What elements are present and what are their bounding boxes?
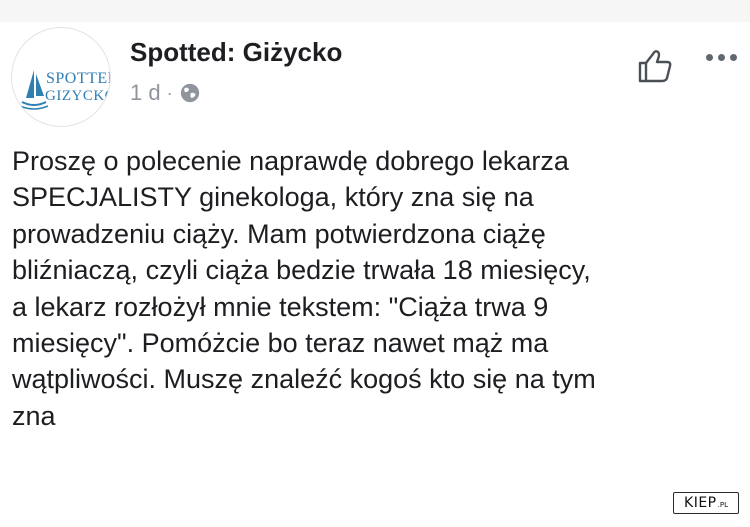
avatar-text-line2: GIZYCKO bbox=[45, 88, 111, 104]
post-text-line: prowadzeniu ciąży. Mam potwierdzona ciąż… bbox=[12, 218, 546, 249]
post-timestamp[interactable]: 1 d bbox=[130, 80, 161, 106]
page-name-link[interactable]: Spotted: Giżycko bbox=[130, 37, 342, 68]
post-text-line: wątpliwości. Muszę znaleźć kogoś kto się… bbox=[12, 364, 596, 395]
post-text-line: zna bbox=[12, 400, 56, 431]
post-text: Proszę o polecenie naprawdę dobrego leka… bbox=[12, 143, 732, 434]
top-band bbox=[0, 0, 750, 22]
post-text-line: Proszę o polecenie naprawdę dobrego leka… bbox=[12, 146, 569, 176]
post-text-line: a lekarz rozłożył mnie tekstem: "Ciąża t… bbox=[12, 291, 549, 322]
more-options-button[interactable] bbox=[706, 54, 750, 70]
post-text-line: bliźniaczą, czyli ciąża bedzie trwała 18… bbox=[12, 255, 591, 286]
more-dot bbox=[730, 54, 737, 61]
avatar-text-line1: SPOTTED bbox=[46, 70, 110, 87]
post-meta: 1 d · bbox=[130, 80, 201, 106]
watermark-suffix: .PL bbox=[717, 501, 728, 509]
meta-separator: · bbox=[166, 82, 173, 103]
post-text-line: SPECJALISTY ginekologa, który zna się na bbox=[12, 182, 534, 213]
more-dot bbox=[706, 54, 713, 61]
page-avatar[interactable]: SPOTTED GIZYCKO bbox=[11, 27, 111, 127]
thumbs-up-icon bbox=[638, 50, 672, 83]
globe-icon bbox=[180, 83, 199, 103]
watermark-main: KIEP bbox=[684, 495, 717, 511]
more-dot bbox=[718, 54, 725, 61]
post-text-line: miesięcy". Pomóżcie bo teraz nawet mąż m… bbox=[12, 328, 549, 359]
kiep-watermark: KIEP .PL bbox=[673, 492, 739, 514]
like-button[interactable] bbox=[634, 45, 676, 87]
